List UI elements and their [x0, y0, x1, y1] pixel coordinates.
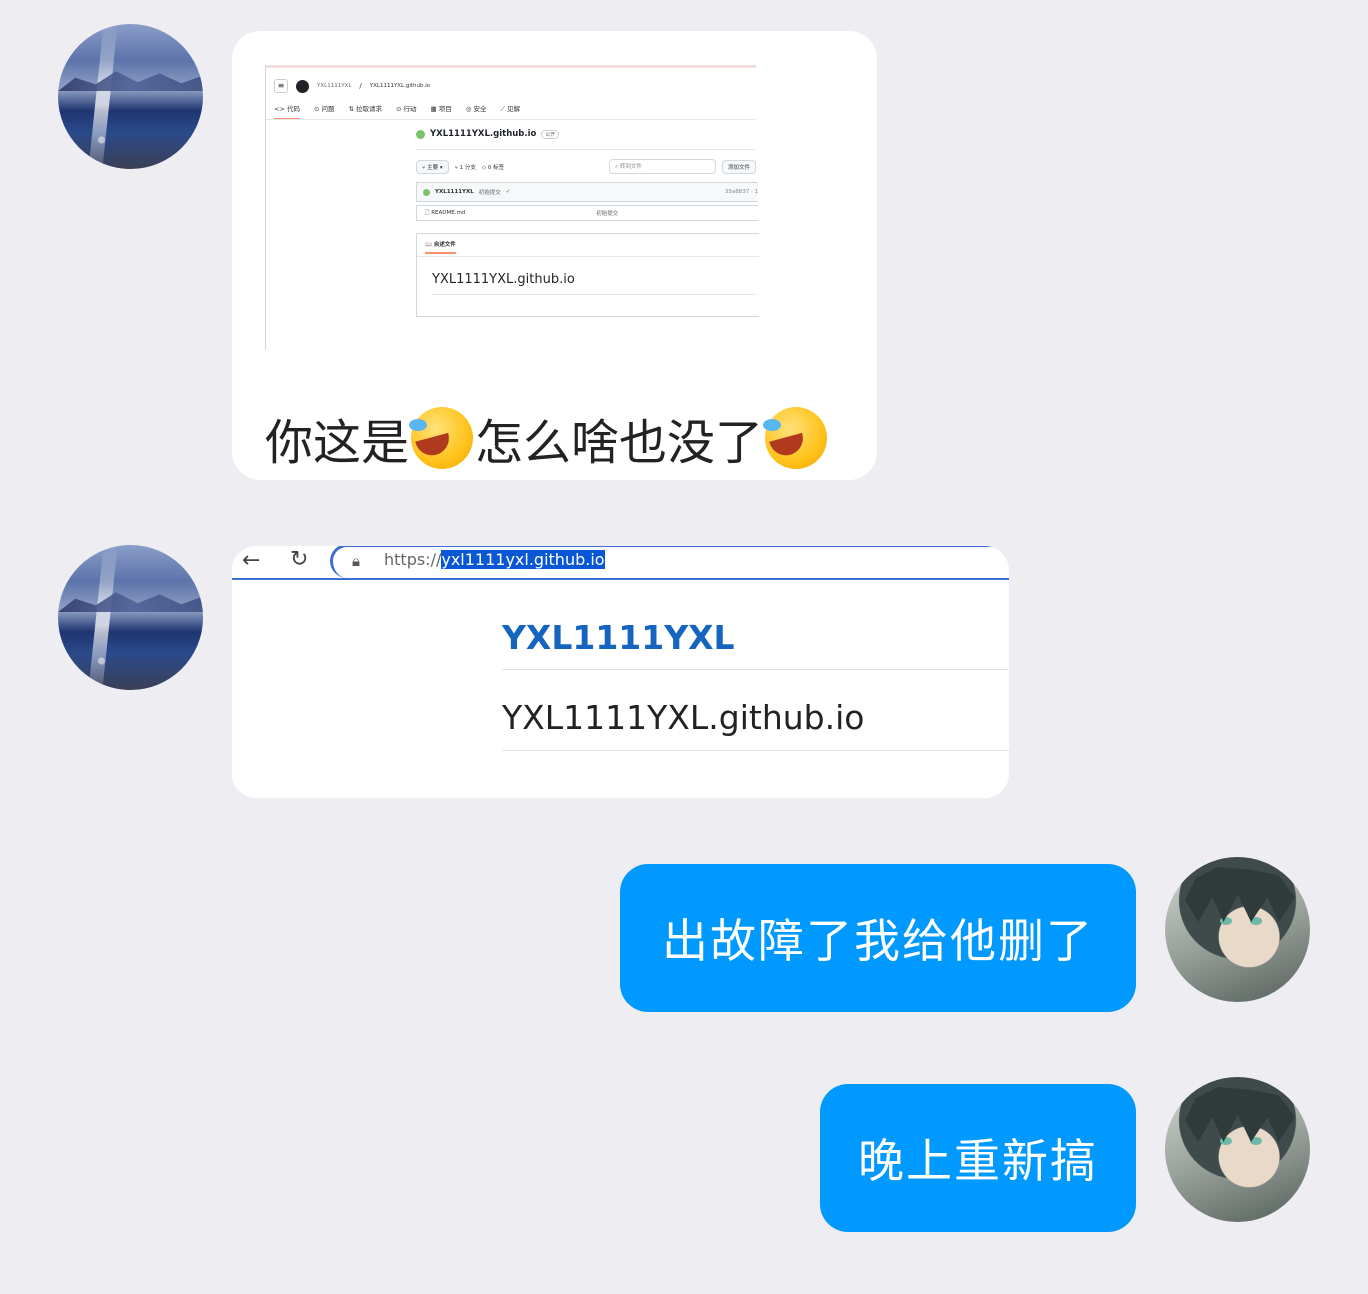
tab-projects: ▦ 项目 — [430, 105, 452, 113]
self-avatar[interactable] — [1165, 1077, 1310, 1222]
self-avatar[interactable] — [1165, 857, 1310, 1002]
browser-address-bar: ← ↻ 🔒︎ https://yxl1111yxl.github.io — [232, 546, 1009, 580]
tab-issues: ⊙ 问题 — [313, 105, 335, 113]
repo-controls: ⑂ 主要 ▾ ⑂ 1 分支 ◇ 0 标签 ⌕ 转到文件 添加文件 — [416, 159, 756, 174]
readme-panel: 📖 自述文件 YXL1111YXL.github.io — [416, 233, 759, 317]
rofl-crying-emoji-icon — [409, 407, 474, 469]
reload-icon: ↻ — [290, 547, 309, 572]
repo-name: YXL1111YXL.github.io — [369, 83, 431, 89]
page-subtitle: YXL1111YXL.github.io — [502, 698, 865, 737]
contact-avatar[interactable] — [58, 545, 203, 690]
repo-title: YXL1111YXL.github.io 公开 — [416, 129, 560, 139]
image-message-bubble[interactable]: ≡ YXL1111YXL / YXL1111YXL.github.io <> 代… — [232, 31, 877, 480]
branch-count: ⑂ 1 分支 — [454, 164, 476, 171]
divider — [417, 256, 759, 257]
path-separator: / — [359, 82, 362, 90]
tab-security: ◎ 安全 — [465, 105, 487, 113]
github-logo-icon — [296, 79, 309, 93]
commit-avatar-icon — [423, 188, 430, 196]
go-to-file-search: ⌕ 转到文件 — [608, 159, 716, 174]
message-text: 晚上重新搞 — [858, 1134, 1098, 1188]
check-icon: ✓ — [505, 189, 511, 195]
back-arrow-icon: ← — [242, 548, 261, 573]
repo-header: ≡ YXL1111YXL / YXL1111YXL.github.io — [274, 79, 430, 93]
url-selection: yxl1111yxl.github.io — [441, 550, 605, 569]
tab-code: <> 代码 — [274, 103, 300, 120]
file-icon: 🗋 — [425, 209, 430, 216]
tab-actions: ⊙ 行动 — [396, 105, 417, 113]
image-message-bubble[interactable]: ← ↻ 🔒︎ https://yxl1111yxl.github.io YXL1… — [232, 546, 1009, 798]
self-message-bubble[interactable]: 晚上重新搞 — [820, 1084, 1136, 1232]
tab-pull-requests: ⇅ 拉取请求 — [348, 105, 382, 113]
divider — [266, 119, 756, 120]
latest-commit-row: YXL1111YXL 初始提交 ✓ 35a8837 · 1 — [416, 182, 758, 202]
page-heading: YXL1111YXL — [502, 618, 735, 657]
divider — [416, 149, 756, 150]
message-text: 出故障了我给他删了 — [662, 914, 1094, 968]
file-row: 🗋 README.md 初始提交 — [416, 205, 758, 221]
divider — [502, 669, 1009, 670]
hamburger-icon: ≡ — [274, 79, 288, 93]
tag-count: ◇ 0 标签 — [481, 164, 505, 171]
url-text: https://yxl1111yxl.github.io — [384, 550, 605, 569]
github-repo-screenshot[interactable]: ≡ YXL1111YXL / YXL1111YXL.github.io <> 代… — [265, 65, 759, 350]
branch-selector: ⑂ 主要 ▾ — [416, 159, 449, 174]
visibility-badge: 公开 — [541, 129, 560, 139]
self-message-bubble[interactable]: 出故障了我给他删了 — [620, 864, 1136, 1012]
repo-avatar-icon — [416, 129, 425, 139]
rofl-crying-emoji-icon — [763, 407, 828, 469]
divider — [502, 750, 1009, 751]
lock-icon: 🔒︎ — [352, 552, 360, 570]
message-text: 你这是 怎么啥也没了 — [265, 403, 829, 473]
tab-insights: ⟋ 见解 — [500, 105, 521, 113]
repo-owner: YXL1111YXL — [317, 83, 352, 89]
contact-avatar[interactable] — [58, 24, 203, 169]
readme-divider — [432, 294, 757, 295]
repo-tabs: <> 代码 ⊙ 问题 ⇅ 拉取请求 ⊙ 行动 ▦ 项目 ◎ 安全 ⟋ 见解 — [274, 103, 520, 120]
readme-tab: 📖 自述文件 — [425, 240, 456, 254]
readme-title: YXL1111YXL.github.io — [432, 272, 575, 287]
add-file-button: 添加文件 — [721, 159, 756, 174]
top-border — [266, 65, 756, 68]
